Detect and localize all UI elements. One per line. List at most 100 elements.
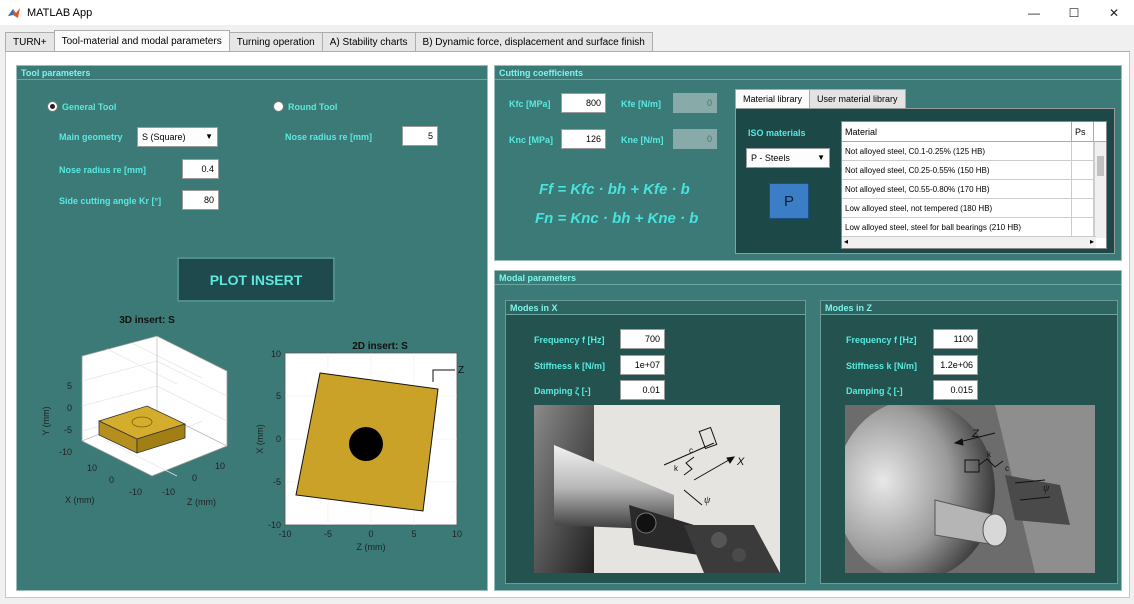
damping-x-field[interactable]: 0.01: [620, 380, 665, 400]
nose-radius-field[interactable]: 0.4: [182, 159, 219, 179]
plot-insert-button[interactable]: PLOT INSERT: [177, 257, 335, 302]
insert-2d-shape: [295, 372, 439, 512]
table-row[interactable]: Not alloyed steel, C0.25-0.55% (150 HB): [842, 161, 1106, 180]
tab-user-material-library[interactable]: User material library: [809, 89, 906, 108]
table-row[interactable]: Low alloyed steel, steel for ball bearin…: [842, 218, 1106, 237]
damping-x-label: Damping ζ [-]: [534, 386, 591, 396]
plot-2d-ylabel: X (mm): [255, 424, 265, 454]
col-ps-header[interactable]: Ps: [1072, 122, 1094, 141]
svg-text:-5: -5: [273, 477, 281, 487]
plot-2d-title: 2D insert: S: [352, 341, 408, 352]
side-cutting-angle-label: Side cutting angle Kr [°]: [59, 196, 162, 206]
svg-text:-5: -5: [64, 425, 72, 435]
svg-text:-5: -5: [324, 529, 332, 539]
material-library-content: ISO materials P - Steels ▼ P Material Ps…: [735, 108, 1115, 254]
tab-dynamic-force[interactable]: B) Dynamic force, displacement and surfa…: [414, 32, 653, 51]
tab-content: Tool parameters General Tool Round Tool …: [5, 52, 1130, 598]
kfe-field[interactable]: 0: [673, 93, 717, 113]
matlab-logo-icon: [8, 7, 20, 18]
force-formula-ff: Ff = Kfc · bh + Kfe · b: [539, 181, 690, 198]
iso-materials-dropdown[interactable]: P - Steels ▼: [746, 148, 830, 168]
general-tool-label: General Tool: [62, 101, 117, 112]
tool-parameters-title: Tool parameters: [17, 66, 487, 80]
nose-radius-round-label: Nose radius re [mm]: [285, 132, 373, 142]
svg-text:10: 10: [215, 461, 225, 471]
svg-text:5: 5: [67, 381, 72, 391]
tab-turn[interactable]: TURN+: [5, 32, 55, 51]
tab-turning-operation[interactable]: Turning operation: [228, 32, 323, 51]
force-formula-fn: Fn = Knc · bh + Kne · b: [535, 210, 699, 227]
turning-photo-z: Z ψ k c: [845, 405, 1095, 573]
photo-z-c-label: c: [1005, 464, 1009, 473]
stiffness-x-label: Stiffness k [N/m]: [534, 361, 606, 371]
iso-p-steel-tile[interactable]: P: [769, 183, 809, 219]
modal-parameters-title: Modal parameters: [495, 271, 1121, 285]
modes-z-panel: Modes in Z Frequency f [Hz] 1100 Stiffne…: [820, 300, 1118, 584]
svg-text:-10: -10: [278, 529, 291, 539]
photo-x-psi-label: ψ: [704, 495, 711, 506]
tab-tool-material[interactable]: Tool-material and modal parameters: [53, 30, 230, 51]
chevron-down-icon: ▼: [817, 153, 825, 162]
iso-materials-value: P - Steels: [751, 153, 790, 163]
radio-unselected-icon: [273, 101, 284, 112]
nose-radius-round-field[interactable]: 5: [402, 126, 438, 146]
library-tabstrip: Material library User material library: [735, 89, 906, 108]
cutting-coefficients-panel: Cutting coefficients Kfc [MPa] 800 Kfe […: [494, 65, 1122, 261]
chevron-down-icon: ▼: [205, 132, 213, 141]
freq-x-field[interactable]: 700: [620, 329, 665, 349]
photo-x-axis-label: X: [736, 456, 745, 468]
scroll-left-icon[interactable]: ◂: [844, 237, 848, 246]
modes-x-panel: Modes in X Frequency f [Hz] 700 Stiffnes…: [505, 300, 806, 584]
modes-z-title: Modes in Z: [821, 301, 1117, 315]
general-tool-radio[interactable]: General Tool: [47, 101, 116, 112]
svg-text:-10: -10: [59, 447, 72, 457]
main-geometry-label: Main geometry: [59, 132, 123, 142]
scroll-right-icon[interactable]: ▸: [1090, 237, 1094, 246]
round-tool-label: Round Tool: [288, 101, 338, 112]
stiffness-z-field[interactable]: 1.2e+06: [933, 355, 978, 375]
turning-photo-x: X ψ k c: [534, 405, 780, 573]
kne-label: Kne [N/m]: [621, 135, 664, 145]
main-geometry-dropdown[interactable]: S (Square) ▼: [137, 127, 218, 147]
freq-z-field[interactable]: 1100: [933, 329, 978, 349]
table-row[interactable]: Low alloyed steel, not tempered (180 HB): [842, 199, 1106, 218]
photo-z-psi-label: ψ: [1043, 483, 1050, 494]
minimize-button[interactable]: —: [1014, 0, 1054, 25]
modal-parameters-panel: Modal parameters Modes in X Frequency f …: [494, 270, 1122, 591]
tool-parameters-panel: Tool parameters General Tool Round Tool …: [16, 65, 488, 591]
svg-text:10: 10: [271, 349, 281, 359]
maximize-button[interactable]: ☐: [1054, 0, 1094, 25]
svg-text:0: 0: [109, 475, 114, 485]
side-cutting-angle-field[interactable]: 80: [182, 190, 219, 210]
kne-field[interactable]: 0: [673, 129, 717, 149]
knc-label: Knc [MPa]: [509, 135, 554, 145]
table-header: Material Ps: [842, 122, 1106, 142]
kfc-field[interactable]: 800: [561, 93, 606, 113]
kfc-label: Kfc [MPa]: [509, 99, 551, 109]
damping-z-field[interactable]: 0.015: [933, 380, 978, 400]
svg-text:-10: -10: [162, 487, 175, 497]
plot-3d-zlabel: Z (mm): [187, 497, 216, 507]
stiffness-z-label: Stiffness k [N/m]: [846, 361, 918, 371]
plot-2d-insert: 2D insert: S Z 10 5 0 -5 -10 X (mm) -10 …: [255, 341, 464, 552]
stiffness-x-field[interactable]: 1e+07: [620, 355, 665, 375]
svg-text:10: 10: [452, 529, 462, 539]
vertical-scrollbar[interactable]: [1094, 142, 1106, 238]
table-row[interactable]: Not alloyed steel, C0.55-0.80% (170 HB): [842, 180, 1106, 199]
main-geometry-value: S (Square): [142, 132, 186, 142]
close-button[interactable]: ✕: [1094, 0, 1134, 25]
round-tool-radio[interactable]: Round Tool: [273, 101, 337, 112]
material-table: Material Ps Not alloyed steel, C0.1-0.25…: [841, 121, 1107, 249]
table-row[interactable]: Not alloyed steel, C0.1-0.25% (125 HB): [842, 142, 1106, 161]
col-material-header[interactable]: Material: [842, 122, 1072, 141]
photo-z-axis-label: Z: [971, 428, 980, 440]
tab-material-library[interactable]: Material library: [735, 89, 811, 108]
tab-stability-charts[interactable]: A) Stability charts: [321, 32, 416, 51]
horizontal-scrollbar[interactable]: ◂ ▸: [842, 236, 1096, 248]
window-title: MATLAB App: [27, 6, 93, 19]
knc-field[interactable]: 126: [561, 129, 606, 149]
freq-z-label: Frequency f [Hz]: [846, 335, 917, 345]
freq-x-label: Frequency f [Hz]: [534, 335, 605, 345]
photo-x-c-label: c: [689, 446, 693, 455]
plot-2d-xlabel: Z (mm): [357, 542, 386, 552]
